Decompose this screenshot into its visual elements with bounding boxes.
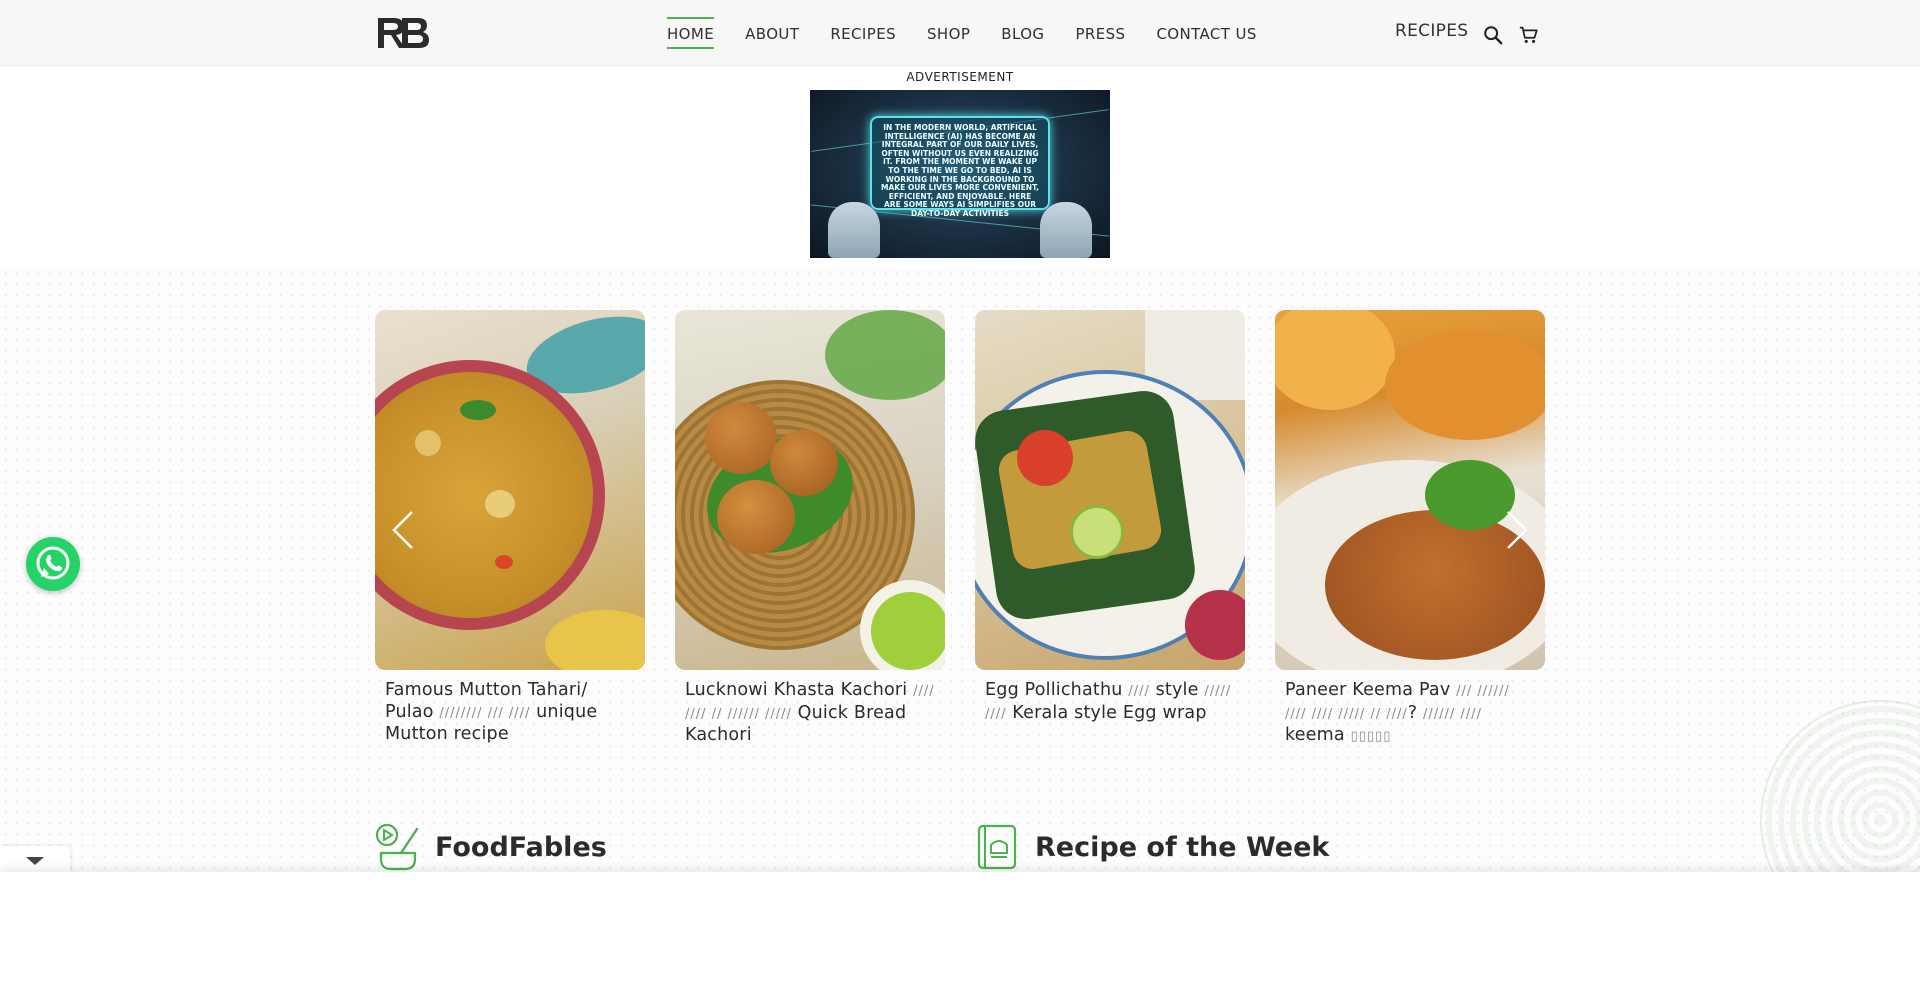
nav-about[interactable]: ABOUT [745,17,799,49]
title-text: Lucknowi Khasta Kachori [685,680,914,700]
title-hindi: ▯▯▯▯▯ [1350,729,1392,744]
nav-recipes[interactable]: RECIPES [830,17,896,49]
lemon-slice [1070,505,1124,559]
title-hindi: ////// //// [1423,706,1482,722]
title-text: style [1149,680,1205,700]
site-header: HOME ABOUT RECIPES SHOP BLOG PRESS CONTA… [0,0,1920,66]
onion-salad [1185,590,1245,660]
recipes-link[interactable]: RECIPES [1395,21,1468,41]
recipe-image-mutton-tahari[interactable] [375,310,645,670]
robot-hand-left [828,202,880,258]
kachori [717,480,795,554]
nav-press[interactable]: PRESS [1075,17,1125,49]
title-text: keema [1285,725,1351,745]
kachori [705,402,777,474]
coriander [1425,460,1515,530]
herb [460,400,496,420]
title-text: ? [1407,702,1424,723]
rb-logo[interactable] [374,14,432,52]
section-title: FoodFables [435,831,607,863]
leaves [825,310,945,400]
green-chutney [871,592,945,670]
title-text: Kerala style Egg wrap [1006,702,1207,723]
potato [485,490,515,518]
recipe-title[interactable]: Egg Pollichathu //// style ///// //// Ke… [975,680,1245,725]
title-text: Egg Pollichathu [985,680,1129,700]
recipe-card[interactable]: Egg Pollichathu //// style ///// //// Ke… [975,310,1245,725]
robot-hand-right [1040,202,1092,258]
recipe-image-khasta-kachori[interactable] [675,310,945,670]
search-icon[interactable] [1482,24,1504,46]
ad-label: ADVERTISEMENT [906,70,1014,84]
foodfables-heading: FoodFables [375,823,607,871]
whatsapp-button[interactable] [26,537,80,591]
yellow-cloth [545,610,645,670]
pav-bread [1385,330,1545,440]
title-hindi: //// [1128,684,1150,699]
whatsapp-icon [36,546,70,580]
nav-home[interactable]: HOME [667,17,715,49]
cart-icon[interactable] [1518,24,1540,46]
tomato [495,555,513,569]
ad-text: IN THE MODERN WORLD, ARTIFICIAL INTELLIG… [881,123,1039,218]
recipe-of-the-week-heading: Recipe of the Week [975,823,1329,871]
pav-bread [1275,310,1395,410]
main-nav: HOME ABOUT RECIPES SHOP BLOG PRESS CONTA… [667,0,1288,66]
pattern-background [0,268,1920,873]
nav-blog[interactable]: BLOG [1001,17,1044,49]
potato [415,430,441,456]
recipe-title[interactable]: Lucknowi Khasta Kachori //// //// // ///… [675,680,945,747]
section-title: Recipe of the Week [1035,831,1330,863]
nav-shop[interactable]: SHOP [927,17,970,49]
tomato-slice [1017,430,1073,486]
nav-contact-us[interactable]: CONTACT US [1156,17,1256,49]
recipe-title[interactable]: Paneer Keema Pav /// ////// //// //// //… [1275,680,1545,748]
title-hindi: //////// /// //// [439,705,531,721]
kachori [770,430,838,496]
recipe-image-egg-pollichathu[interactable] [975,310,1245,670]
recipe-book-icon [977,824,1017,870]
video-bowl-icon [375,823,419,871]
recipe-title[interactable]: Famous Mutton Tahari/ Pulao //////// ///… [375,680,645,746]
recipe-card[interactable]: Lucknowi Khasta Kachori //// //// // ///… [675,310,945,747]
caret-down-icon [26,857,44,865]
advertisement-banner[interactable]: IN THE MODERN WORLD, ARTIFICIAL INTELLIG… [810,90,1110,258]
header-actions: RECIPES [1395,16,1540,46]
collapse-toggle[interactable] [0,846,70,874]
ad-screen: IN THE MODERN WORLD, ARTIFICIAL INTELLIG… [870,116,1050,218]
title-text: Paneer Keema Pav [1285,680,1457,700]
carousel-prev-arrow[interactable] [390,508,416,552]
bottom-ad-bar [0,872,1920,993]
recipe-image-paneer-keema-pav[interactable] [1275,310,1545,670]
carousel-next-arrow[interactable] [1504,508,1530,552]
